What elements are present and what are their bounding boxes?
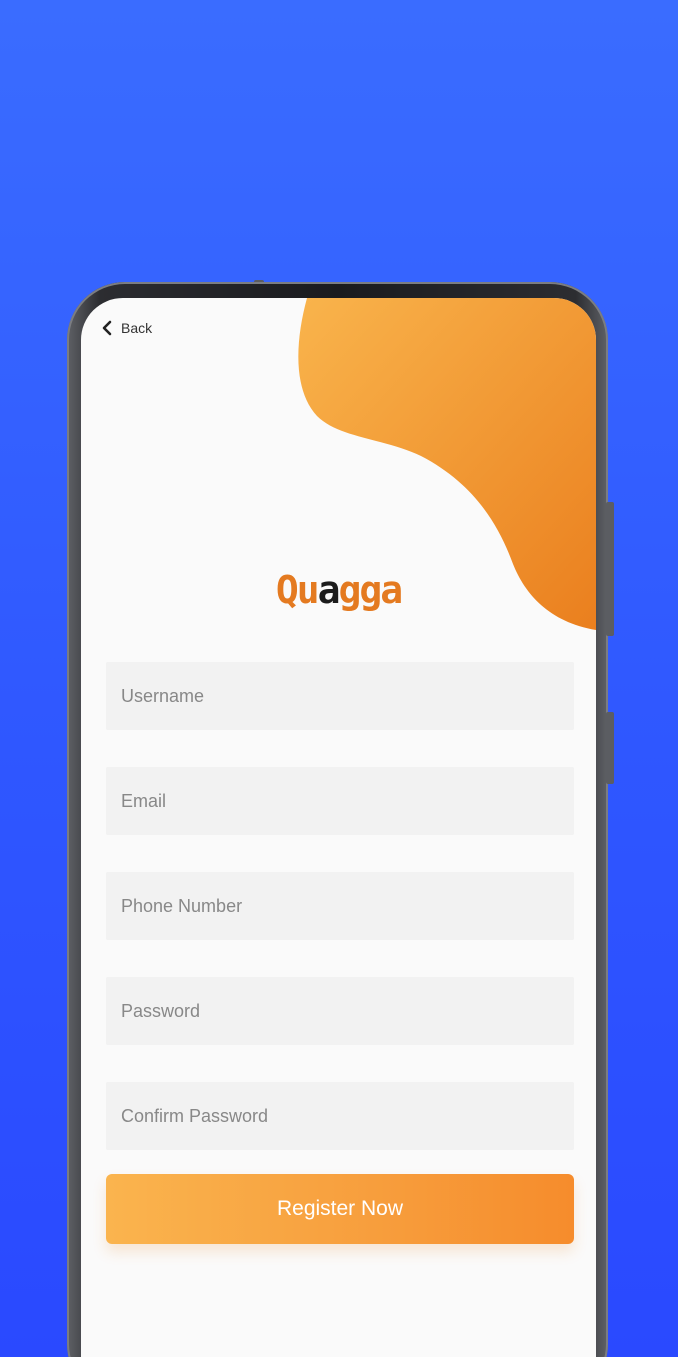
logo-part-1: Qua [275, 568, 341, 612]
back-button[interactable]: Back [101, 320, 152, 336]
brand-logo: Quagga [81, 568, 596, 612]
phone-volume-button [606, 712, 614, 784]
username-input[interactable] [106, 662, 574, 730]
back-label: Back [121, 320, 153, 336]
chevron-left-icon [102, 320, 112, 336]
confirm-password-input[interactable] [106, 1082, 574, 1150]
phone-power-button [606, 502, 614, 636]
phone-number-input[interactable] [106, 872, 574, 940]
logo-part-2: gga [338, 568, 404, 612]
register-now-button[interactable]: Register Now [106, 1174, 574, 1244]
password-input[interactable] [106, 977, 574, 1045]
email-input[interactable] [106, 767, 574, 835]
register-screen: Back Quagga Register Now [81, 298, 596, 1357]
